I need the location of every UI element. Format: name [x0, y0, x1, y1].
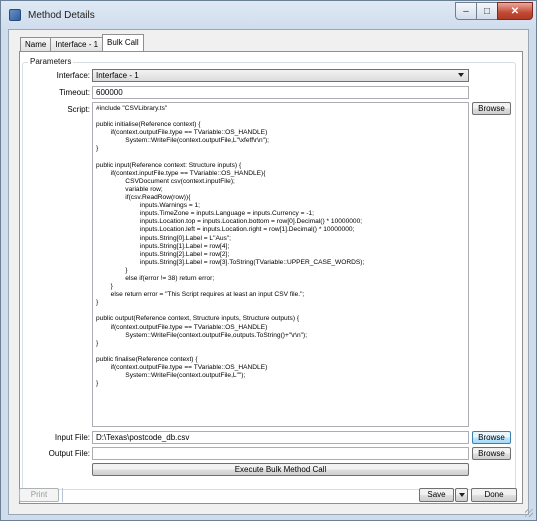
parameters-group-label: Parameters — [28, 57, 74, 66]
done-button[interactable]: Done — [471, 488, 517, 502]
output-file-browse-button[interactable]: Browse — [472, 447, 511, 460]
input-file-label: Input File: — [54, 433, 90, 442]
input-file-input[interactable]: D:\Texas\postcode_db.csv — [92, 431, 469, 444]
title-bar[interactable]: Method Details ‒ □ ✕ — [1, 1, 536, 29]
interface-select[interactable]: Interface - 1 — [92, 69, 469, 82]
save-options-button[interactable] — [455, 488, 468, 502]
timeout-label: Timeout: — [59, 88, 90, 97]
print-button[interactable]: Print — [19, 488, 59, 502]
output-file-input[interactable] — [92, 447, 469, 460]
script-text: #include "CSVLibrary.ts" public initiali… — [96, 105, 365, 388]
save-button[interactable]: Save — [419, 488, 454, 502]
timeout-input[interactable]: 600000 — [92, 86, 469, 99]
chevron-down-icon — [458, 73, 464, 77]
script-label: Script: — [67, 105, 90, 114]
maximize-button[interactable]: □ — [476, 2, 498, 20]
tab-interface-1[interactable]: Interface - 1 — [50, 37, 104, 51]
chevron-down-icon — [459, 493, 465, 497]
tab-strip: Name Interface - 1 Bulk Call — [20, 34, 144, 51]
tab-bulk-call[interactable]: Bulk Call — [102, 34, 144, 51]
resize-grip-icon[interactable] — [525, 509, 533, 517]
tab-name[interactable]: Name — [20, 37, 52, 51]
execute-bulk-method-call-button[interactable]: Execute Bulk Method Call — [92, 463, 469, 476]
footer-divider — [62, 488, 63, 502]
app-icon — [9, 9, 21, 21]
interface-label: Interface: — [56, 71, 90, 80]
script-editor[interactable]: #include "CSVLibrary.ts" public initiali… — [92, 102, 469, 427]
close-button[interactable]: ✕ — [497, 2, 533, 20]
input-file-browse-button[interactable]: Browse — [472, 431, 511, 444]
method-details-window: Method Details ‒ □ ✕ Name Interface - 1 … — [0, 0, 537, 521]
script-browse-button[interactable]: Browse — [472, 102, 511, 115]
dialog-body: Name Interface - 1 Bulk Call Parameters … — [8, 29, 529, 515]
interface-select-value: Interface - 1 — [96, 71, 139, 80]
bulk-call-panel: Parameters Interface: Interface - 1 Time… — [19, 51, 523, 504]
window-title: Method Details — [28, 10, 95, 21]
minimize-button[interactable]: ‒ — [455, 2, 477, 20]
output-file-label: Output File: — [48, 449, 90, 458]
